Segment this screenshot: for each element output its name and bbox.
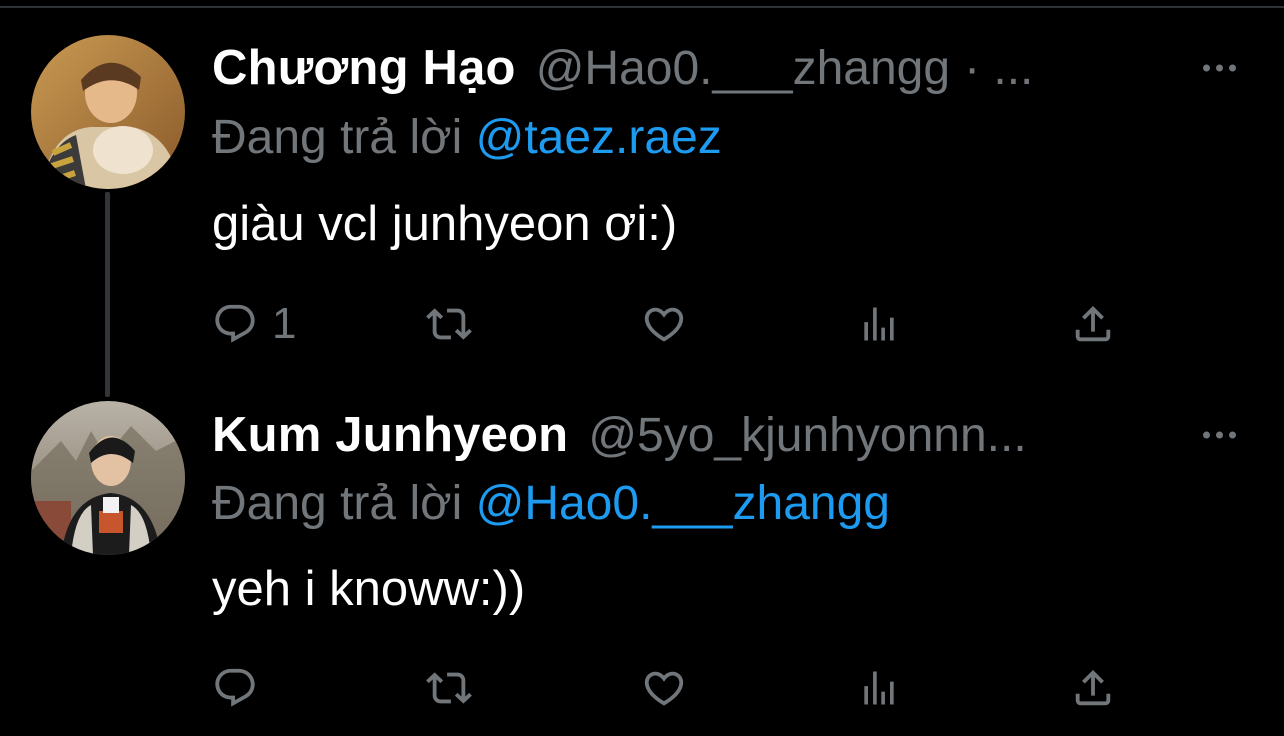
tweet-text: giàu vcl junhyeon ơi:): [212, 197, 678, 251]
replying-to-mention[interactable]: @taez.raez: [476, 111, 722, 164]
tweet-header: Kum Junhyeon @5yo_kjunhyonnn...: [212, 405, 1252, 465]
avatar-photo-icon: [31, 35, 185, 189]
share-icon: [1075, 669, 1111, 706]
reply-icon: [215, 668, 255, 707]
like-button[interactable]: [640, 658, 688, 718]
reply-count: 1: [272, 299, 297, 348]
heart-icon: [644, 671, 684, 706]
more-icon[interactable]: [1203, 64, 1236, 72]
retweet-icon: [426, 672, 472, 704]
retweet-button[interactable]: [424, 658, 474, 718]
reply-button[interactable]: [212, 658, 258, 718]
tweet-header: Chương Hạo @Hao0.___zhangg · ...: [212, 38, 1252, 98]
replying-to: Đang trả lời @Hao0.___zhangg: [212, 476, 890, 531]
retweet-icon: [426, 308, 472, 340]
action-bar: 1: [212, 294, 1212, 354]
views-button[interactable]: [857, 294, 901, 354]
display-name[interactable]: Chương Hạo: [212, 40, 516, 96]
replying-to-mention[interactable]: @Hao0.___zhangg: [476, 477, 890, 530]
replying-prefix: Đang trả lời: [212, 111, 463, 164]
share-icon: [1075, 305, 1111, 342]
avatar[interactable]: [31, 401, 185, 555]
retweet-button[interactable]: [424, 294, 474, 354]
user-handle[interactable]: @5yo_kjunhyonnn...: [588, 408, 1026, 463]
reply-icon: [215, 304, 255, 343]
views-icon: [864, 307, 894, 341]
action-bar: [212, 658, 1212, 718]
views-button[interactable]: [857, 658, 901, 718]
thread-connector-line: [105, 192, 110, 397]
share-button[interactable]: [1070, 294, 1116, 354]
more-icon[interactable]: [1203, 431, 1236, 439]
replying-to: Đang trả lời @taez.raez: [212, 110, 722, 165]
timestamp-separator: · ...: [964, 41, 1034, 95]
avatar-photo-icon: [31, 401, 185, 555]
heart-icon: [644, 307, 684, 342]
share-button[interactable]: [1070, 658, 1116, 718]
display-name[interactable]: Kum Junhyeon: [212, 407, 568, 463]
reply-button[interactable]: 1: [212, 294, 296, 354]
avatar[interactable]: [31, 35, 185, 189]
tweet-text: yeh i knoww:)): [212, 562, 526, 616]
replying-prefix: Đang trả lời: [212, 477, 463, 530]
top-divider: [0, 6, 1284, 8]
user-handle[interactable]: @Hao0.___zhangg: [536, 41, 950, 96]
like-button[interactable]: [640, 294, 688, 354]
views-icon: [864, 671, 894, 705]
